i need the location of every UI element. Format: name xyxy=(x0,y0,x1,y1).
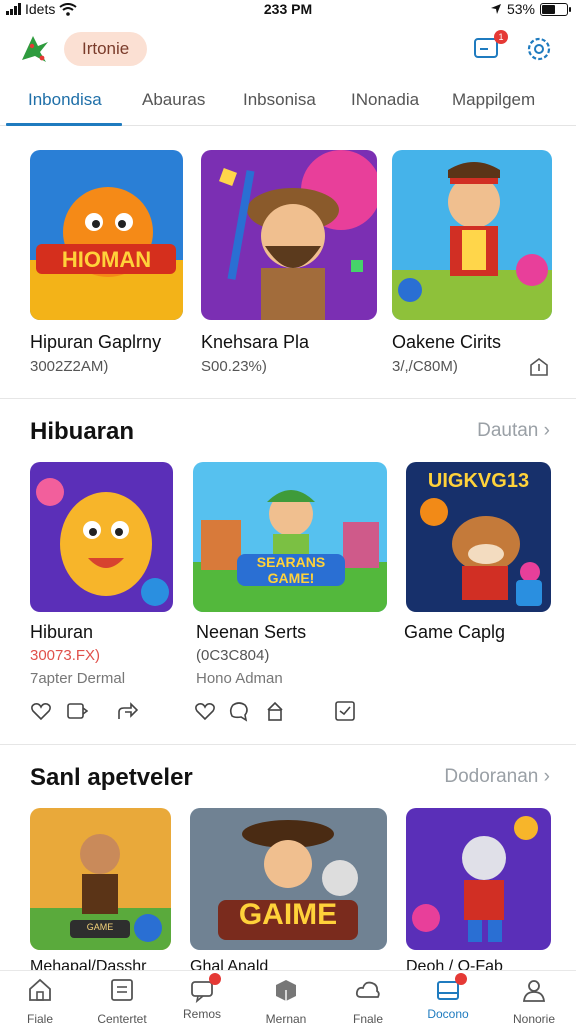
heart-icon[interactable] xyxy=(194,700,216,722)
upload-icon[interactable] xyxy=(264,700,286,722)
nav-label: Remos xyxy=(182,1007,221,1021)
game-meta: S00.23%) xyxy=(201,358,267,375)
status-right: 53% xyxy=(490,1,571,17)
heart-icon[interactable] xyxy=(30,700,52,722)
section-title: Hibuaran xyxy=(30,418,135,445)
section-divider xyxy=(0,398,576,399)
tab-mappilgem[interactable]: Mappilgem xyxy=(452,90,535,110)
bottom-navigation: Fiale Centertet Remos Mernan Fnale Docon… xyxy=(0,970,576,1024)
share-icon[interactable] xyxy=(116,700,138,722)
nav-item-content[interactable]: Centertet xyxy=(90,977,154,1024)
game-thumbnail[interactable] xyxy=(406,808,551,950)
location-arrow-icon xyxy=(490,4,501,14)
battery-icon xyxy=(540,2,571,16)
gear-icon xyxy=(527,37,551,61)
game-banner-text: HIOMAN xyxy=(61,247,152,272)
app-header: Irtonie 1 xyxy=(0,24,576,76)
nav-item-games[interactable]: Mernan xyxy=(254,977,318,1024)
nav-label: Fnale xyxy=(352,1012,384,1024)
section-title: Sanl apetveler xyxy=(30,764,193,791)
nav-item-messages[interactable]: Remos xyxy=(170,973,234,1021)
section-see-all-link[interactable]: Dodoranan › xyxy=(444,766,550,788)
notification-badge xyxy=(455,973,467,985)
game-banner-text: GAIME xyxy=(238,898,338,931)
app-logo-icon[interactable] xyxy=(18,32,52,66)
see-all-label: Dautan xyxy=(477,420,539,441)
game-thumbnail[interactable] xyxy=(30,150,183,320)
game-thumbnail[interactable] xyxy=(193,462,387,612)
nav-item-profile[interactable]: Nonorie xyxy=(502,977,566,1024)
game-title[interactable]: Hiburan xyxy=(30,622,93,643)
user-icon xyxy=(522,980,546,1002)
nav-label: Centertet xyxy=(97,1012,147,1024)
comment-icon[interactable] xyxy=(228,700,250,722)
tab-abauras[interactable]: Abauras xyxy=(142,90,205,110)
nav-label: Mernan xyxy=(265,1012,307,1024)
game-meta: 30073.FX) xyxy=(30,647,101,664)
game-meta: 3/,/C80M) xyxy=(392,358,458,375)
battery-percent: 53% xyxy=(506,1,535,17)
nav-label: Docono xyxy=(427,1007,469,1021)
game-thumbnail[interactable] xyxy=(201,150,377,320)
notification-badge xyxy=(209,973,221,985)
status-bar: Idets 233 PM 53% xyxy=(0,0,576,20)
nav-item-docono[interactable]: Docono xyxy=(416,973,480,1021)
game-banner-text: UIGKVG13 xyxy=(427,470,530,492)
game-subtitle: Hono Adman xyxy=(196,670,283,687)
active-tab-indicator xyxy=(6,123,122,126)
game-title[interactable]: Game Caplg xyxy=(404,622,505,643)
document-icon xyxy=(111,979,133,1001)
home-icon xyxy=(29,978,51,1001)
category-tabs: Inbondisa Abauras Inbsonisa INonadia Map… xyxy=(0,76,576,126)
game-meta: 3002Z2AM) xyxy=(30,358,109,375)
game-title[interactable]: Knehsara Pla xyxy=(201,332,309,353)
nav-item-home[interactable]: Fiale xyxy=(8,977,72,1024)
checkbox-icon[interactable] xyxy=(334,700,356,722)
game-banner-text: GAME xyxy=(86,922,114,932)
nav-item-finale[interactable]: Fnale xyxy=(336,977,400,1024)
inbox-button[interactable]: 1 xyxy=(472,30,508,64)
chat-button xyxy=(189,973,221,1004)
settings-button[interactable] xyxy=(524,34,554,64)
inbox-button xyxy=(435,973,467,1003)
cloud-icon xyxy=(355,981,380,998)
section-divider xyxy=(0,744,576,745)
share-icon[interactable] xyxy=(528,356,550,378)
nav-label: Nonorie xyxy=(512,1012,556,1024)
game-thumbnail[interactable] xyxy=(392,150,552,320)
game-title[interactable]: Hipuran Gaplrny xyxy=(30,332,161,353)
nav-label: Fiale xyxy=(26,1012,53,1024)
game-subtitle: 7apter Dermal xyxy=(30,670,126,687)
game-banner-text: SEARANS GAME! xyxy=(256,554,326,586)
tab-inbondisa[interactable]: Inbondisa xyxy=(28,90,102,110)
game-meta: (0C3C804) xyxy=(196,647,270,664)
game-title[interactable]: Neenan Serts xyxy=(196,622,306,643)
section-see-all-link[interactable]: Dautan › xyxy=(477,420,550,442)
cube-icon xyxy=(276,980,296,1001)
see-all-label: Dodoranan xyxy=(444,766,539,787)
tab-inbsonisa[interactable]: Inbsonisa xyxy=(243,90,316,110)
home-pill-button[interactable]: Irtonie xyxy=(64,32,148,66)
game-thumbnail[interactable] xyxy=(30,462,173,612)
notification-badge: 1 xyxy=(494,30,508,44)
game-title[interactable]: Oakene Cirits xyxy=(392,332,501,353)
tab-inonadia[interactable]: INonadia xyxy=(351,90,419,110)
comment-icon[interactable] xyxy=(66,700,88,722)
